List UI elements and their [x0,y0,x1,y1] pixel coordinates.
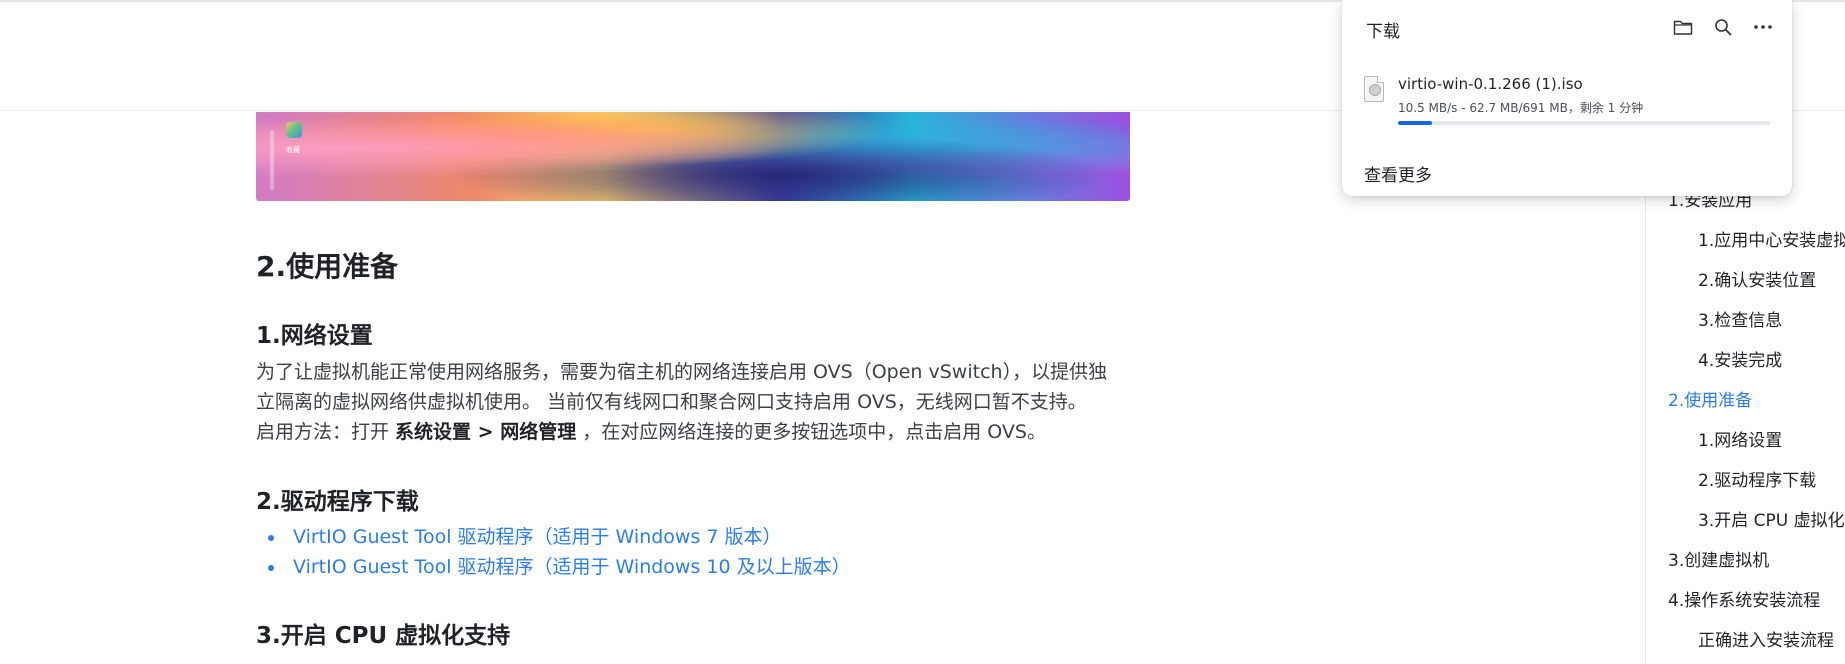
network-line-3-prefix: 启用方法：打开 [256,421,396,443]
table-of-contents: 1.安装应用 1.应用中心安装虚拟 2.确认安装位置 3.检查信息 4.安装完成… [1645,180,1845,664]
downloads-panel: 下载 virtio-win-0.1.266 (1).iso 10.5 MB/s … [1342,0,1792,196]
download-progress-fill [1398,121,1432,125]
network-paragraph: 为了让虚拟机能正常使用网络服务，需要为宿主机的网络连接启用 OVS（Open v… [256,357,1136,447]
section-title-usage: 2.使用准备 [256,250,399,283]
folder-icon[interactable] [1670,14,1696,40]
downloads-title: 下载 [1366,22,1400,42]
toc-item-create-vm[interactable]: 3.创建虚拟机 [1668,546,1769,571]
download-progress-bar [1398,121,1770,125]
download-status: 10.5 MB/s - 62.7 MB/691 MB，剩余 1 分钟 [1398,101,1644,115]
subsection-title-driver: 2.驱动程序下载 [256,489,419,515]
toc-item-network[interactable]: 1.网络设置 [1698,426,1782,451]
toc-item-install-complete[interactable]: 4.安装完成 [1698,346,1782,371]
toc-item-driver[interactable]: 2.驱动程序下载 [1698,466,1816,491]
article-banner-image: 收藏 [256,112,1130,201]
app-icon [286,122,302,138]
driver-link-win7[interactable]: VirtIO Guest Tool 驱动程序（适用于 Windows 7 版本） [256,522,851,552]
download-file-name[interactable]: virtio-win-0.1.266 (1).iso [1398,75,1583,93]
network-line-3: 启用方法：打开 系统设置 > 网络管理 ，在对应网络连接的更多按钮选项中，点击启… [256,417,1136,447]
network-line-2: 立隔离的虚拟网络供虚拟机使用。 当前仅有线网口和聚合网口支持启用 OVS，无线网… [256,391,1087,413]
see-more-link[interactable]: 查看更多 [1364,161,1432,186]
banner-icon-label: 收藏 [286,146,300,154]
toc-item-cpu-virt[interactable]: 3.开启 CPU 虚拟化支 [1698,506,1845,531]
network-line-1: 为了让虚拟机能正常使用网络服务，需要为宿主机的网络连接启用 OVS（Open v… [256,361,1108,383]
network-line-3-suffix: ，在对应网络连接的更多按钮选项中，点击启用 OVS。 [576,421,1046,443]
search-icon[interactable] [1710,14,1736,40]
iso-file-icon [1364,76,1384,102]
toc-item-enter-install[interactable]: 正确进入安装流程 [1698,626,1834,651]
more-icon[interactable] [1750,14,1776,40]
driver-link-win10[interactable]: VirtIO Guest Tool 驱动程序（适用于 Windows 10 及以… [256,552,851,582]
toc-item-check-info[interactable]: 3.检查信息 [1698,306,1782,331]
toc-item-confirm-location[interactable]: 2.确认安装位置 [1698,266,1816,291]
driver-link-list: VirtIO Guest Tool 驱动程序（适用于 Windows 7 版本）… [256,522,851,582]
subsection-title-network: 1.网络设置 [256,323,373,349]
toc-item-usage-prep[interactable]: 2.使用准备 [1668,386,1752,411]
banner-dock [270,130,274,190]
settings-path: 系统设置 > 网络管理 [395,421,577,443]
toc-item-app-center-install[interactable]: 1.应用中心安装虚拟 [1698,226,1845,251]
toc-item-os-install[interactable]: 4.操作系统安装流程 [1668,586,1820,611]
subsection-title-cpu: 3.开启 CPU 虚拟化支持 [256,623,511,649]
